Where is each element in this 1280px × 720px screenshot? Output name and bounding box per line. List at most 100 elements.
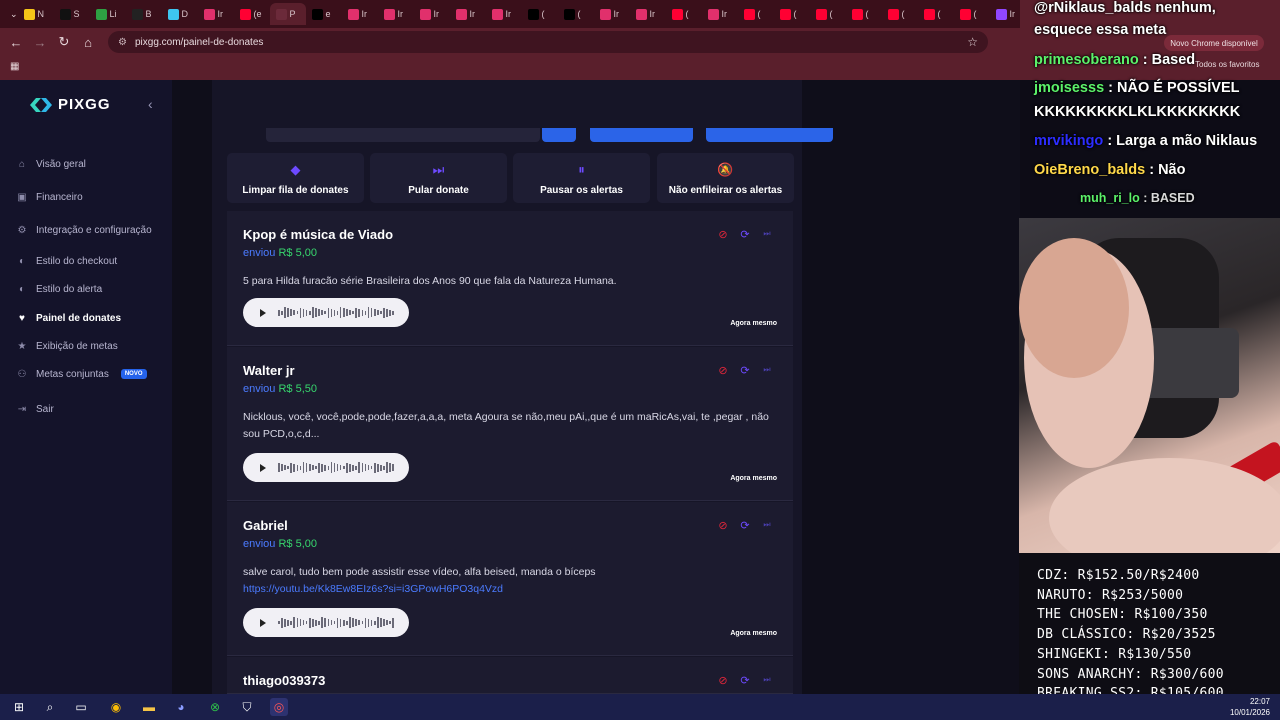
play-icon[interactable] — [260, 308, 266, 317]
browser-tab[interactable]: Li — [90, 3, 126, 25]
sidebar-item-label: Sair — [36, 403, 54, 415]
audio-player[interactable] — [243, 298, 409, 327]
action-button-pause[interactable]: ⏸ Pausar os alertas — [513, 153, 650, 203]
browser-tab[interactable]: ( — [774, 3, 810, 25]
tab-title: Ir — [217, 9, 224, 19]
skip-icon[interactable]: ⏭ — [761, 364, 773, 376]
block-icon[interactable]: ⊘ — [717, 674, 729, 687]
browser-tab[interactable]: ( — [918, 3, 954, 25]
browser-tab[interactable]: e — [306, 3, 342, 25]
brand-logo[interactable]: PIXGG — [30, 96, 111, 113]
browser-tab[interactable]: Ir — [198, 3, 234, 25]
action-label: Pular donate — [408, 184, 469, 196]
browser-tab[interactable]: ( — [846, 3, 882, 25]
browser-tab[interactable]: ( — [954, 3, 990, 25]
browser-tab[interactable]: ( — [810, 3, 846, 25]
browser-tab[interactable]: Ir — [486, 3, 522, 25]
skip-icon[interactable]: ⏭ — [761, 674, 773, 686]
forward-icon[interactable]: → — [28, 35, 52, 50]
tab-title: N — [37, 9, 45, 19]
tab-favicon-icon — [419, 8, 431, 20]
block-icon[interactable]: ⊘ — [717, 228, 729, 241]
sidebar-item-integra-o-e-configura-o[interactable]: ⚙ Integração e configuração — [16, 224, 152, 236]
site-info-icon[interactable]: ⚙ — [118, 37, 127, 48]
chat-text: KKKKKKKKKLKLKKKKKKKK — [1034, 104, 1241, 120]
browser-tab[interactable]: P — [269, 3, 306, 25]
audio-player[interactable] — [243, 453, 409, 482]
replay-icon[interactable]: ⟳ — [739, 364, 751, 377]
sidebar-item-label: Visão geral — [36, 158, 86, 170]
donor-name: Gabriel — [243, 518, 288, 533]
browser-tab[interactable]: ( — [738, 3, 774, 25]
search-button-partial[interactable] — [542, 128, 576, 142]
star-icon: ★ — [17, 340, 27, 352]
chat-message: mrvikingo : Larga a mão Niklaus — [1034, 133, 1257, 149]
sidebar-item-estilo-do-alerta[interactable]: ◐ Estilo do alerta — [16, 283, 102, 295]
tab-favicon-icon — [347, 8, 359, 20]
play-icon[interactable] — [260, 463, 266, 472]
back-icon[interactable]: ← — [4, 35, 28, 50]
home-icon[interactable]: ⌂ — [76, 35, 100, 50]
settings-icon: ⚙ — [17, 224, 27, 236]
browser-tab[interactable]: Ir — [342, 3, 378, 25]
windows-start-icon[interactable]: ⊞ — [10, 698, 28, 716]
chrome-icon[interactable]: ◉ — [107, 698, 125, 716]
file-explorer-icon[interactable]: ▬ — [140, 698, 158, 716]
sidebar-item-exibi-o-de-metas[interactable]: ★ Exibição de metas — [16, 340, 118, 352]
filter-button-partial[interactable] — [590, 128, 693, 142]
browser-tab[interactable]: ( — [522, 3, 558, 25]
sidebar-item-painel-de-donates[interactable]: ♥ Painel de donates — [16, 312, 121, 324]
sidebar-item-financeiro[interactable]: ▣ Financeiro — [16, 191, 82, 203]
browser-tab[interactable]: Ir — [450, 3, 486, 25]
play-icon[interactable] — [260, 618, 266, 627]
skip-icon[interactable]: ⏭ — [761, 519, 773, 531]
sent-label: enviou — [243, 383, 276, 395]
bookmark-star-icon[interactable]: ☆ — [967, 35, 978, 49]
sidebar-item-sair[interactable]: ⇥ Sair — [16, 403, 54, 415]
discord-icon[interactable]: ◕ — [172, 698, 190, 716]
browser-tab[interactable]: ( — [558, 3, 594, 25]
browser-tab[interactable]: ( — [882, 3, 918, 25]
audio-player[interactable] — [243, 608, 409, 637]
browser-tab[interactable]: ( — [666, 3, 702, 25]
action-button-eraser[interactable]: ◆ Limpar fila de donates — [227, 153, 364, 203]
security-icon[interactable]: ⛉ — [238, 698, 256, 716]
search-field-partial[interactable] — [266, 128, 540, 142]
chat-message: muh_ri_lo : BASED — [1080, 191, 1195, 205]
browser-tab[interactable]: (e — [234, 3, 270, 25]
replay-icon[interactable]: ⟳ — [739, 228, 751, 241]
url-input[interactable]: ⚙ pixgg.com/painel-de-donates ☆ — [108, 31, 988, 53]
browser-tab[interactable]: Ir — [414, 3, 450, 25]
collapse-sidebar-icon[interactable]: ‹ — [148, 96, 153, 112]
browser-tab[interactable]: Ir — [594, 3, 630, 25]
xbox-icon[interactable]: ⊗ — [206, 698, 224, 716]
browser-tab[interactable]: N — [18, 3, 54, 25]
action-button-skip[interactable]: ⏭ Pular donate — [370, 153, 507, 203]
obs-icon[interactable]: ◎ — [270, 698, 288, 716]
sidebar-item-estilo-do-checkout[interactable]: ◐ Estilo do checkout — [16, 255, 117, 267]
browser-tab[interactable]: S — [54, 3, 90, 25]
block-icon[interactable]: ⊘ — [717, 364, 729, 377]
replay-icon[interactable]: ⟳ — [739, 519, 751, 532]
action-button-bell-off[interactable]: 🔕 Não enfileirar os alertas — [657, 153, 794, 203]
export-button-partial[interactable] — [706, 128, 833, 142]
replay-icon[interactable]: ⟳ — [739, 674, 751, 687]
block-icon[interactable]: ⊘ — [717, 519, 729, 532]
browser-tab[interactable]: Ir — [702, 3, 738, 25]
apps-grid-icon[interactable]: ▦ — [10, 61, 19, 72]
sidebar-item-metas-conjuntas[interactable]: ⚇ Metas conjuntas NOVO — [16, 368, 147, 380]
sidebar-item-vis-o-geral[interactable]: ⌂ Visão geral — [16, 158, 86, 170]
browser-tab[interactable]: B — [126, 3, 162, 25]
task-view-icon[interactable]: ▭ — [72, 698, 90, 716]
tab-search-button[interactable]: ⌄ — [4, 3, 18, 25]
browser-tab[interactable]: Ir — [378, 3, 414, 25]
system-clock[interactable]: 22:07 10/01/2026 — [1230, 696, 1270, 718]
browser-tab[interactable]: Ir — [630, 3, 666, 25]
chat-text: : NÃO É POSSÍVEL — [1104, 80, 1240, 96]
donate-link[interactable]: https://youtu.be/Kk8Ew8EIz6s?si=i3GPowH6… — [243, 583, 503, 595]
browser-tab[interactable]: D — [162, 3, 198, 25]
skip-icon[interactable]: ⏭ — [761, 228, 773, 240]
search-icon[interactable]: ⌕ — [41, 698, 59, 716]
reload-icon[interactable]: ↻ — [52, 34, 76, 50]
donate-amount-line: enviou R$ 5,00 — [243, 247, 317, 259]
